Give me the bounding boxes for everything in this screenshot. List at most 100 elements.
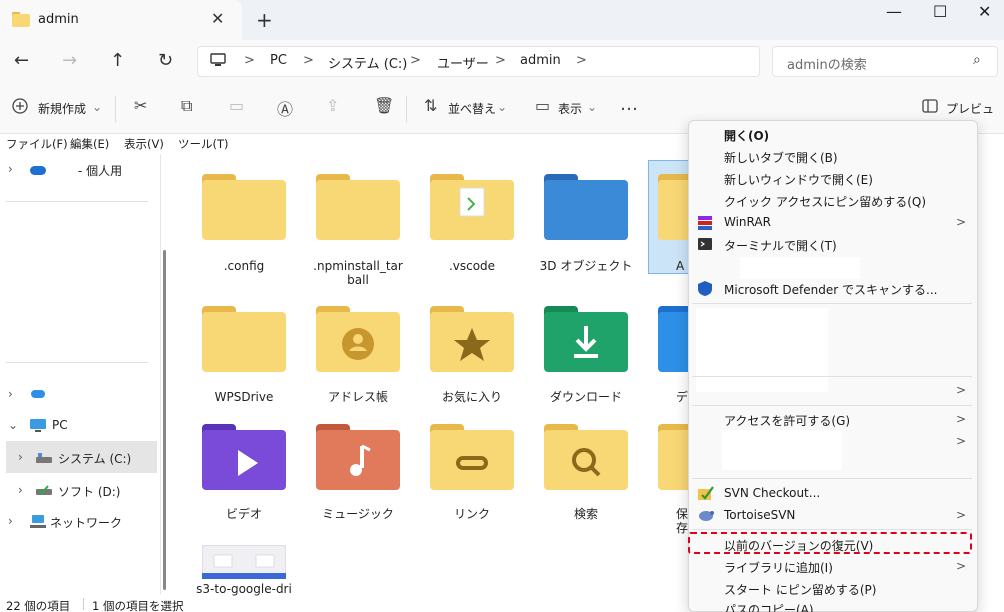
file-icon-3d[interactable] <box>544 174 628 243</box>
menu-tortoise-svn[interactable]: TortoiseSVN <box>724 508 795 522</box>
menu-edit[interactable]: 編集(E) <box>70 136 109 152</box>
divider <box>406 96 407 122</box>
file-icon-links[interactable] <box>430 424 514 493</box>
search-icon: ⌕ <box>973 52 981 68</box>
back-icon[interactable]: ← <box>14 50 29 71</box>
menu-svn-checkout[interactable]: SVN Checkout... <box>724 486 820 500</box>
tortoise-icon <box>698 508 714 525</box>
breadcrumb-users[interactable]: ユーザー <box>437 53 489 72</box>
search-input[interactable]: adminの検索 ⌕ <box>772 46 998 77</box>
pc-icon <box>30 419 46 435</box>
menu-winrar[interactable]: WinRAR <box>724 215 771 229</box>
file-icon-vscode[interactable] <box>430 174 514 243</box>
breadcrumb-separator: > <box>576 53 587 68</box>
paste-icon[interactable]: ▭ <box>229 96 244 115</box>
share-icon[interactable]: ⇪ <box>326 96 339 115</box>
file-icon-plain[interactable] <box>202 306 286 375</box>
menu-open-new-window[interactable]: 新しいウィンドウで開く(E) <box>724 171 873 188</box>
breadcrumb-pc[interactable]: PC <box>270 53 287 68</box>
expand-chevron-icon[interactable]: › <box>18 483 23 497</box>
maximize-button[interactable]: ☐ <box>933 2 947 21</box>
menu-open[interactable]: 開く(O) <box>724 127 769 144</box>
forward-icon[interactable]: → <box>62 50 77 71</box>
breadcrumb-separator: > <box>244 53 255 68</box>
cut-icon[interactable]: ✂ <box>134 96 147 115</box>
expand-chevron-icon[interactable]: › <box>8 387 13 401</box>
new-tab-button[interactable]: + <box>256 8 273 32</box>
view-button[interactable]: 表示 <box>558 100 582 117</box>
nav-system-drive[interactable]: システム (C:) <box>58 450 131 467</box>
chevron-down-icon: ⌄ <box>587 100 598 114</box>
refresh-icon[interactable]: ↻ <box>158 50 173 71</box>
menu-open-new-tab[interactable]: 新しいタブで開く(B) <box>724 149 838 166</box>
menu-terminal[interactable]: ターミナルで開く(T) <box>724 237 837 254</box>
rename-icon[interactable]: Ⓐ <box>277 96 293 120</box>
menu-copy-path[interactable]: パスのコピー(A) <box>724 601 814 612</box>
file-name-label: WPSDrive <box>214 390 274 404</box>
onedrive-icon <box>31 390 45 398</box>
sort-icon[interactable]: ⇅ <box>424 96 437 115</box>
file-icon-plain[interactable] <box>202 174 286 243</box>
menu-file[interactable]: ファイル(F) <box>6 136 68 152</box>
menu-separator <box>692 478 972 479</box>
close-button[interactable]: ✕ <box>978 2 991 21</box>
file-icon-favorites[interactable] <box>430 306 514 375</box>
nav-soft-drive[interactable]: ソフト (D:) <box>58 483 120 500</box>
menu-add-to-library[interactable]: ライブラリに追加(I) <box>724 559 833 576</box>
expand-chevron-icon[interactable]: › <box>8 162 13 176</box>
file-icon-desktop[interactable] <box>658 306 742 375</box>
preview-icon[interactable] <box>922 98 938 117</box>
breadcrumb-admin[interactable]: admin <box>520 53 561 68</box>
delete-icon[interactable]: 🗑 <box>374 96 394 115</box>
new-button[interactable]: 新規作成 <box>38 100 86 117</box>
submenu-arrow-icon: > <box>956 508 967 522</box>
menu-pin-quick-access[interactable]: クイック アクセスにピン留めする(Q) <box>724 193 926 210</box>
divider <box>6 362 148 363</box>
up-icon[interactable]: ↑ <box>110 50 125 71</box>
minimize-button[interactable]: — <box>886 2 902 21</box>
sort-button[interactable]: 並べ替え <box>448 100 496 117</box>
file-icon-searches[interactable] <box>544 424 628 493</box>
nav-network[interactable]: ネットワーク <box>50 514 122 531</box>
file-icon-saved[interactable] <box>658 424 752 493</box>
blank-menu-area <box>722 430 842 470</box>
submenu-arrow-icon: > <box>956 559 967 573</box>
pane-divider[interactable] <box>160 154 161 594</box>
tab-close-icon[interactable]: ✕ <box>211 9 224 28</box>
file-icon-downloads[interactable] <box>544 306 628 375</box>
chevron-down-icon: ⌄ <box>497 100 508 114</box>
menu-pin-to-start[interactable]: スタート にピン留めする(P) <box>724 581 876 598</box>
nav-scrollbar[interactable] <box>163 250 166 590</box>
view-icon[interactable]: ▭ <box>535 96 550 115</box>
menu-separator <box>692 405 972 406</box>
file-icon-music[interactable] <box>316 424 400 493</box>
copy-icon[interactable]: ⧉ <box>181 96 192 116</box>
item-count: 22 個の項目 <box>6 599 71 612</box>
file-name-label: 検索 <box>573 507 598 521</box>
breadcrumb-system[interactable]: システム (C:) <box>328 53 407 72</box>
submenu-arrow-icon: > <box>956 412 967 426</box>
nav-pc[interactable]: PC <box>52 418 68 432</box>
nav-onedrive-personal[interactable]: - 個人用 <box>78 162 122 179</box>
file-icon-thumbnail[interactable] <box>201 544 287 582</box>
more-icon[interactable]: … <box>620 94 638 115</box>
menu-defender-scan[interactable]: Microsoft Defender でスキャンする... <box>724 281 937 298</box>
new-icon[interactable] <box>12 98 28 118</box>
expand-chevron-icon[interactable]: › <box>18 450 23 464</box>
menu-view[interactable]: 表示(V) <box>124 136 164 152</box>
menu-give-access[interactable]: アクセスを許可する(G) <box>724 412 850 429</box>
divider <box>83 598 84 610</box>
blank-menu-area <box>696 308 828 392</box>
file-name-label: アドレス帳 <box>327 390 388 404</box>
file-icon-contacts[interactable] <box>316 306 400 375</box>
file-icon-videos[interactable] <box>202 424 286 493</box>
search-placeholder: adminの検索 <box>787 58 867 73</box>
blank-menu-area <box>740 257 860 279</box>
submenu-arrow-icon: > <box>956 215 967 229</box>
file-icon-plain[interactable] <box>658 174 742 243</box>
tab-admin[interactable]: admin ✕ <box>0 0 242 40</box>
expand-chevron-icon[interactable]: › <box>8 514 13 528</box>
file-icon-plain[interactable] <box>316 174 400 243</box>
collapse-chevron-icon[interactable]: ⌄ <box>8 418 18 432</box>
menu-tools[interactable]: ツール(T) <box>178 136 229 152</box>
